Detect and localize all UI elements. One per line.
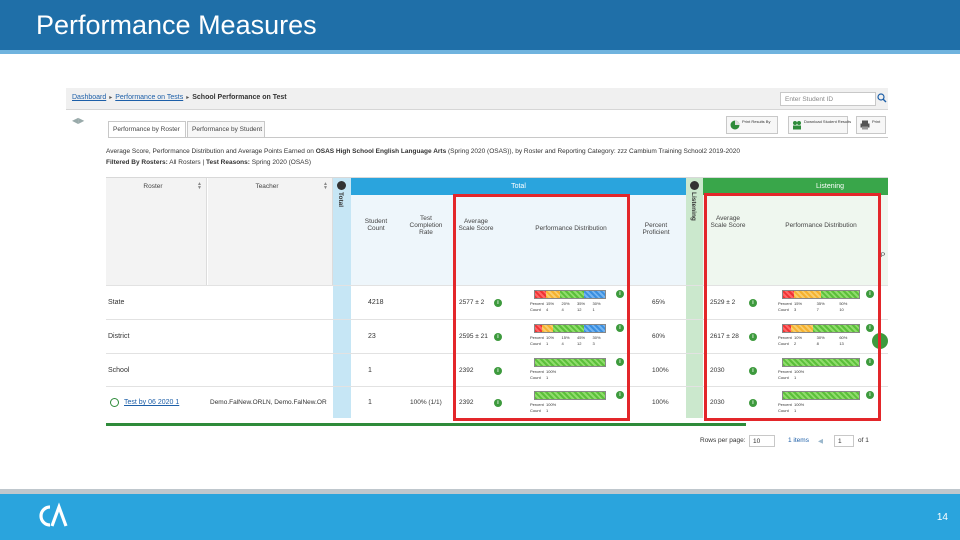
student-count: 4218 — [368, 299, 384, 306]
search-icon[interactable] — [877, 92, 887, 104]
magnifier-icon[interactable] — [110, 398, 119, 407]
rows-per-page-select[interactable]: 10 — [749, 435, 775, 447]
page-number-input[interactable]: 1 — [834, 435, 854, 447]
percent-proficient: 60% — [652, 333, 666, 340]
collapse-icon[interactable] — [337, 181, 346, 190]
filter-rosters-value: All Rosters — [169, 159, 201, 166]
percent-proficient: 100% — [652, 399, 669, 406]
chevron-right-icon: ▸ — [186, 95, 190, 101]
sort-icon[interactable]: ▲ ▼ — [323, 182, 328, 191]
download-student-results-label: Download Student Results — [804, 119, 852, 124]
sort-icon[interactable]: ▲ ▼ — [197, 182, 202, 191]
test-completion-rate-header[interactable]: Test Completion Rate — [406, 215, 446, 236]
report-title-suffix: (Spring 2020 (OSAS)), by Roster and Repo… — [448, 148, 740, 155]
roster-column-header[interactable]: Roster ▲ ▼ — [106, 178, 207, 285]
breadcrumb-dashboard[interactable]: Dashboard — [72, 94, 106, 101]
users-download-icon — [793, 121, 801, 130]
breadcrumb-performance-on-tests[interactable]: Performance on Tests — [115, 94, 183, 101]
student-count: 1 — [368, 399, 372, 406]
highlight-listening-scores — [704, 193, 881, 421]
highlight-total-scores — [453, 194, 630, 421]
total-vertical-label: Total — [337, 192, 344, 208]
roster-header-label: Roster — [143, 183, 163, 190]
tab-performance-by-roster[interactable]: Performance by Roster — [108, 121, 186, 137]
roster-name: District — [108, 333, 130, 340]
tabs-divider — [108, 137, 888, 138]
student-count: 1 — [368, 367, 372, 374]
print-label: Print — [872, 119, 881, 124]
report-title: Average Score, Performance Distribution … — [106, 148, 740, 155]
filter-reasons-label: Test Reasons: — [205, 159, 250, 166]
filter-rosters-label: Filtered By Rosters: — [106, 159, 168, 166]
slide-header: Performance Measures — [0, 0, 960, 50]
report-title-test: OSAS High School English Language Arts — [315, 148, 447, 155]
percent-proficient-header[interactable]: Percent Proficient — [636, 222, 676, 236]
teacher-column-header[interactable]: Teacher ▲ ▼ — [208, 178, 333, 285]
report-title-prefix: Average Score, Performance Distribution … — [106, 148, 314, 155]
embedded-report-screenshot: Dashboard ▸ Performance on Tests ▸ School Pe… — [66, 88, 888, 453]
percent-proficient: 100% — [652, 367, 669, 374]
app-topbar: Dashboard ▸ Performance on Tests ▸ School Pe… — [66, 88, 888, 110]
print-results-by-label: Print Results By — [742, 119, 771, 124]
report-filter: Filtered By Rosters: All Rosters | Test … — [106, 159, 312, 166]
print-button[interactable]: Print — [856, 116, 886, 134]
download-student-results-button[interactable]: Download Student Results — [788, 116, 852, 134]
teacher-name: Demo.FalNew.ORLN, Demo.FalNew.OR — [210, 399, 327, 406]
roster-name: School — [108, 367, 130, 374]
student-count-header[interactable]: Student Count — [356, 218, 396, 232]
slide-footer: 14 — [0, 494, 960, 540]
chevron-right-icon: ▸ — [109, 95, 113, 101]
listening-vertical-label: Listening — [690, 192, 697, 221]
slide-title: Performance Measures — [36, 10, 317, 40]
total-band-header: Total — [351, 178, 686, 195]
collapse-arrows-icon[interactable]: ◀▶ — [72, 116, 90, 136]
filter-reasons-value: Spring 2020 (OSAS) — [251, 159, 312, 166]
student-id-search-input[interactable]: Enter Student ID — [780, 92, 876, 106]
previous-page-icon[interactable]: ◀ — [818, 437, 823, 445]
percent-proficient: 65% — [652, 299, 666, 306]
collapse-icon[interactable] — [690, 181, 699, 190]
teacher-header-label: Teacher — [255, 183, 279, 190]
pie-chart-icon — [730, 120, 740, 130]
table-bottom-bar — [106, 423, 746, 426]
items-count: 1 items — [788, 437, 809, 444]
tab-performance-by-student[interactable]: Performance by Student — [187, 121, 265, 137]
breadcrumb-current: School Performance on Test — [192, 94, 287, 101]
header-strip — [0, 50, 960, 54]
student-count: 23 — [368, 333, 376, 340]
roster-name[interactable]: Test by 06 2020 1 — [124, 399, 179, 406]
breadcrumb: Dashboard ▸ Performance on Tests ▸ School Pe… — [72, 94, 287, 101]
roster-name: State — [108, 299, 125, 306]
print-results-by-button[interactable]: Print Results By — [726, 116, 778, 134]
page-number: 14 — [936, 512, 948, 523]
ca-logo-icon — [39, 502, 68, 527]
page-of-label: of 1 — [858, 437, 869, 444]
printer-icon — [860, 120, 870, 130]
test-completion-rate: 100% (1/1) — [410, 399, 442, 406]
rows-per-page-label: Rows per page: — [700, 437, 746, 444]
